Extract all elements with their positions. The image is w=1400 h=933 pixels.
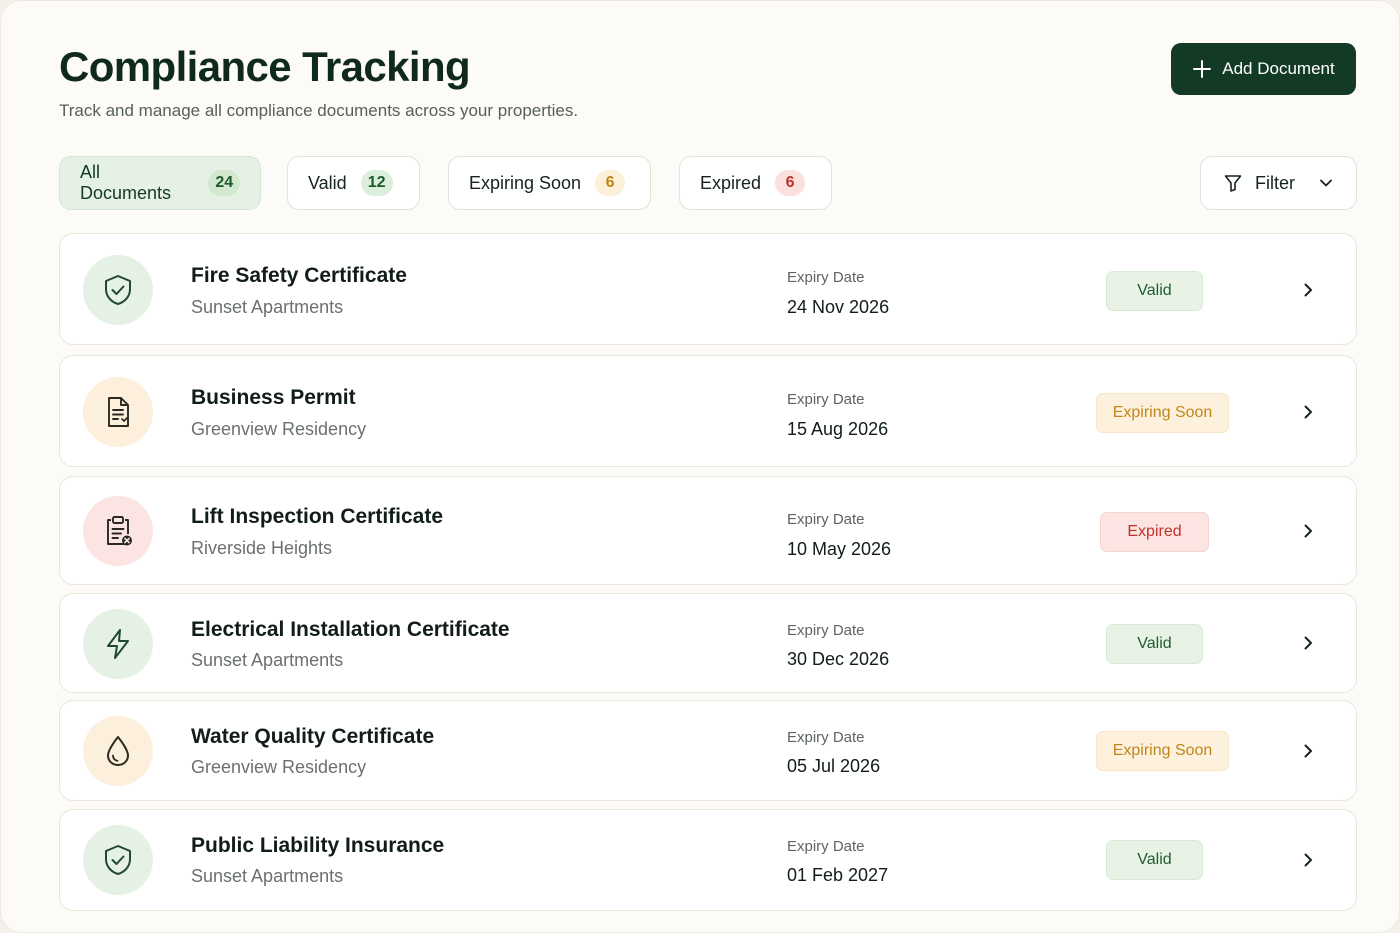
- status-badge: Expiring Soon: [1096, 393, 1229, 433]
- count-badge: 12: [360, 170, 393, 196]
- expiry-date: 01 Feb 2027: [787, 865, 889, 885]
- lightning-icon: [107, 629, 129, 659]
- count-badge: 6: [775, 170, 806, 196]
- document-name: Public Liability Insurance: [191, 834, 445, 857]
- document-name: Electrical Installation Certificate: [191, 618, 510, 641]
- tab-label: Expiring Soon: [469, 172, 582, 193]
- clipboard-x-icon: [107, 516, 132, 546]
- chevron-right-icon[interactable]: [1300, 635, 1316, 651]
- document-row[interactable]: Business Permit Greenview Residency Expi…: [59, 355, 1357, 467]
- status-badge: Expired: [1100, 512, 1209, 552]
- status-badge: Expiring Soon: [1096, 731, 1229, 771]
- property-name: Sunset Apartments: [191, 866, 344, 886]
- filter-icon: [1224, 175, 1242, 192]
- icon-container: [83, 377, 153, 447]
- document-name: Water Quality Certificate: [191, 725, 435, 748]
- icon-container: [83, 255, 153, 325]
- expiry-label: Expiry Date: [787, 511, 865, 528]
- expiry-date: 10 May 2026: [787, 539, 892, 559]
- count-badge: 6: [595, 170, 626, 196]
- expiry-label: Expiry Date: [787, 622, 865, 639]
- chevron-down-icon: [1320, 179, 1332, 187]
- tab-label: Valid: [308, 172, 347, 193]
- document-name: Business Permit: [191, 386, 356, 409]
- document-row[interactable]: Lift Inspection Certificate Riverside He…: [59, 476, 1357, 585]
- shield-check-icon: [105, 845, 131, 875]
- chevron-right-icon[interactable]: [1300, 404, 1316, 420]
- expiry-label: Expiry Date: [787, 838, 865, 855]
- page-subtitle: Track and manage all compliance document…: [59, 101, 579, 120]
- filter-label: Filter: [1255, 172, 1295, 193]
- tab-expired[interactable]: Expired 6: [679, 156, 832, 210]
- expiry-label: Expiry Date: [787, 729, 865, 746]
- add-document-label: Add Document: [1222, 59, 1335, 78]
- tab-valid[interactable]: Valid 12: [287, 156, 420, 210]
- chevron-right-icon[interactable]: [1300, 743, 1316, 759]
- page-title: Compliance Tracking: [59, 43, 471, 90]
- expiry-date: 05 Jul 2026: [787, 756, 881, 776]
- status-badge: Valid: [1106, 624, 1203, 664]
- document-row[interactable]: Water Quality Certificate Greenview Resi…: [59, 700, 1357, 801]
- property-name: Sunset Apartments: [191, 297, 344, 317]
- property-name: Greenview Residency: [191, 757, 367, 777]
- property-name: Sunset Apartments: [191, 650, 344, 670]
- plus-icon: [1193, 60, 1212, 78]
- icon-container: [83, 496, 153, 566]
- document-name: Lift Inspection Certificate: [191, 505, 444, 528]
- tab-expiring-soon[interactable]: Expiring Soon 6: [448, 156, 651, 210]
- icon-container: [83, 825, 153, 895]
- status-badge: Valid: [1106, 271, 1203, 311]
- document-icon: [108, 397, 129, 427]
- icon-container: [83, 716, 153, 786]
- expiry-label: Expiry Date: [787, 391, 865, 408]
- expiry-date: 30 Dec 2026: [787, 649, 890, 669]
- chevron-right-icon[interactable]: [1300, 523, 1316, 539]
- document-row[interactable]: Fire Safety Certificate Sunset Apartment…: [59, 233, 1357, 345]
- add-document-button[interactable]: Add Document: [1171, 43, 1356, 95]
- document-row[interactable]: Public Liability Insurance Sunset Apartm…: [59, 809, 1357, 911]
- expiry-label: Expiry Date: [787, 269, 865, 286]
- chevron-right-icon[interactable]: [1300, 282, 1316, 298]
- expiry-date: 15 Aug 2026: [787, 419, 889, 439]
- property-name: Riverside Heights: [191, 538, 333, 558]
- document-row[interactable]: Electrical Installation Certificate Suns…: [59, 593, 1357, 693]
- expiry-date: 24 Nov 2026: [787, 297, 890, 317]
- chevron-right-icon[interactable]: [1300, 852, 1316, 868]
- filter-dropdown[interactable]: Filter: [1200, 156, 1357, 210]
- tab-all-documents[interactable]: All Documents 24: [59, 156, 261, 210]
- water-drop-icon: [107, 736, 129, 766]
- compliance-card: Compliance Tracking Track and manage all…: [0, 0, 1400, 933]
- status-badge: Valid: [1106, 840, 1203, 880]
- property-name: Greenview Residency: [191, 419, 367, 439]
- tab-label: All Documents: [80, 162, 172, 203]
- icon-container: [83, 609, 153, 679]
- document-name: Fire Safety Certificate: [191, 264, 407, 287]
- count-badge: 24: [208, 170, 240, 196]
- tab-label: Expired: [700, 172, 762, 193]
- shield-check-icon: [105, 275, 131, 305]
